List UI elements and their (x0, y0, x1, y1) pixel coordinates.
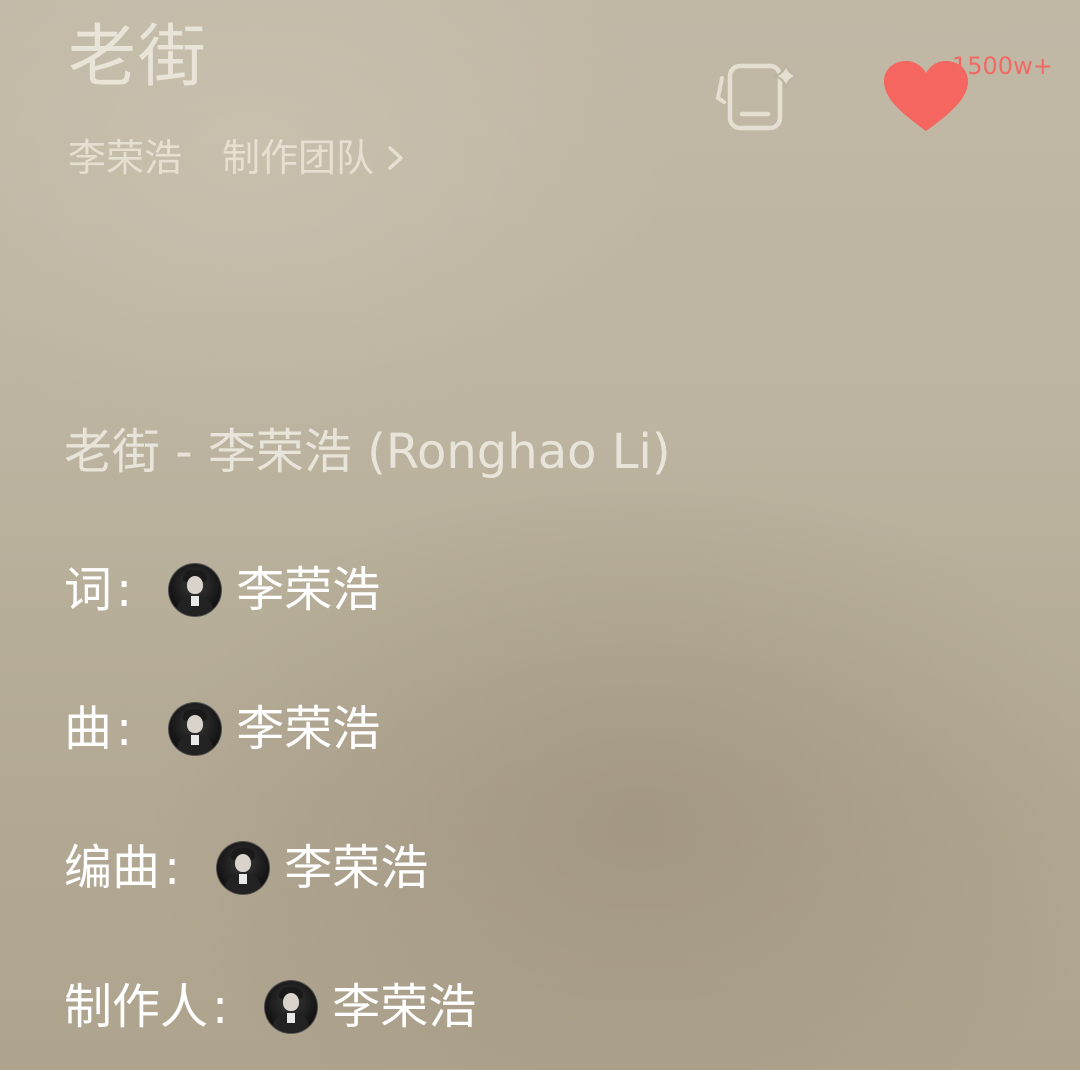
credit-label: 曲 (64, 701, 113, 757)
credit-colon: : (212, 979, 229, 1035)
credit-row-composer: 曲 : 李荣浩 (64, 699, 380, 759)
artist-avatar[interactable] (264, 980, 319, 1034)
ai-card-sparkle-icon[interactable] (712, 58, 802, 134)
credits-header: 老街 - 李荣浩 (Ronghao Li) (64, 424, 671, 480)
credit-name[interactable]: 李荣浩 (284, 838, 428, 898)
production-team-link[interactable]: 制作团队 (222, 134, 408, 182)
credit-name[interactable]: 李荣浩 (236, 699, 380, 759)
credit-row-lyrics: 词 : 李荣浩 (64, 560, 380, 620)
artist-avatar[interactable] (168, 702, 223, 756)
credit-name[interactable]: 李荣浩 (332, 977, 476, 1037)
credit-label: 词 (64, 562, 113, 618)
credit-row-arranger: 编曲 : 李荣浩 (64, 838, 428, 898)
song-title: 老街 (68, 18, 209, 97)
credit-row-producer: 制作人 : 李荣浩 (64, 977, 476, 1037)
artist-name[interactable]: 李荣浩 (68, 134, 182, 182)
credit-colon: : (116, 562, 133, 618)
artist-row: 李荣浩 制作团队 (68, 134, 408, 182)
credit-label: 编曲 (64, 840, 161, 896)
credit-colon: : (116, 701, 133, 757)
credit-name[interactable]: 李荣浩 (236, 560, 380, 620)
production-team-label: 制作团队 (222, 136, 375, 180)
chevron-right-icon (388, 146, 403, 170)
artist-avatar[interactable] (216, 841, 271, 895)
credit-label: 制作人 (64, 979, 209, 1035)
artist-avatar[interactable] (168, 563, 223, 617)
like-count: 1500w+ (952, 52, 1053, 80)
credit-colon: : (164, 840, 181, 896)
